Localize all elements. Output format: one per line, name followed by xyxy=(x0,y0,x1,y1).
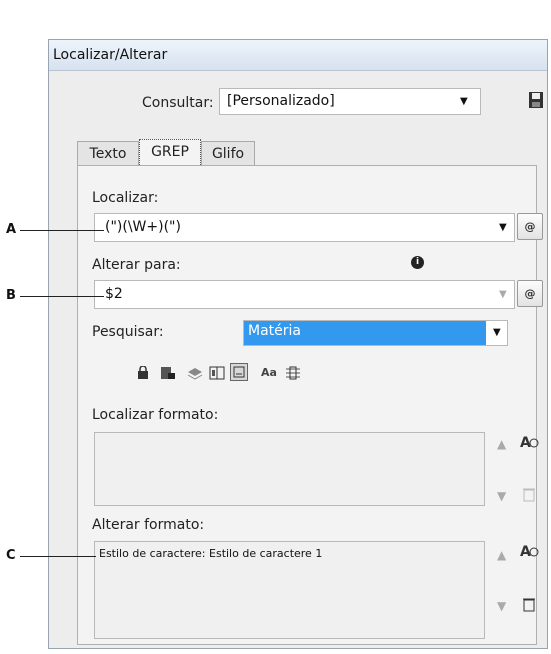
tab-glifo-label: Glifo xyxy=(211,146,245,162)
search-dropdown[interactable]: Matéria ▼ xyxy=(243,320,508,346)
callout-a: A xyxy=(6,222,17,237)
change-format-box[interactable]: Estilo de caractere: Estilo de caractere… xyxy=(94,541,485,639)
callout-b-line xyxy=(20,296,104,297)
change-special-chars-button[interactable]: @ xyxy=(517,280,543,307)
tab-glifo[interactable]: Glifo xyxy=(201,141,255,167)
chevron-down-icon: ▼ xyxy=(493,327,501,338)
callout-b: B xyxy=(6,288,16,303)
callout-c-line xyxy=(20,556,96,557)
scroll-up-icon[interactable]: ▲ xyxy=(497,548,506,562)
find-format-box[interactable] xyxy=(94,432,485,506)
whole-word-icon[interactable] xyxy=(285,365,301,380)
chevron-down-icon[interactable]: ▼ xyxy=(499,289,507,300)
query-label: Consultar: xyxy=(142,95,214,111)
info-icon: i xyxy=(411,256,424,269)
change-input[interactable]: $2 ▼ xyxy=(94,280,515,309)
callout-c: C xyxy=(6,548,16,563)
scroll-down-icon[interactable]: ▼ xyxy=(497,599,506,613)
case-sensitive-icon[interactable]: Aa xyxy=(261,366,277,379)
search-label: Pesquisar: xyxy=(92,324,164,340)
tab-grep-label: GREP xyxy=(151,144,189,160)
tab-texto[interactable]: Texto xyxy=(77,141,139,167)
include-footnotes-icon[interactable] xyxy=(230,363,248,381)
change-label: Alterar para: xyxy=(92,257,181,273)
find-special-chars-button[interactable]: @ xyxy=(517,213,543,240)
scroll-down-icon[interactable]: ▼ xyxy=(497,489,506,503)
at-special-chars-icon: @ xyxy=(524,287,536,300)
clear-format-icon[interactable] xyxy=(522,486,536,502)
chevron-down-icon[interactable]: ▼ xyxy=(499,222,507,233)
change-format-value: Estilo de caractere: Estilo de caractere… xyxy=(99,547,323,560)
chevron-down-icon: ▼ xyxy=(460,96,468,107)
include-hidden-layers-icon[interactable] xyxy=(187,365,203,380)
tab-texto-label: Texto xyxy=(89,146,127,162)
query-dropdown[interactable]: [Personalizado] ▼ xyxy=(219,88,481,115)
search-selection: Matéria xyxy=(244,321,486,345)
find-label: Localizar: xyxy=(92,190,159,206)
specify-format-icon[interactable]: A xyxy=(518,542,540,560)
find-input[interactable]: (")(\W+)(") ▼ xyxy=(94,213,515,242)
svg-text:A: A xyxy=(520,544,531,560)
window-title: Localizar/Alterar xyxy=(53,47,168,63)
callout-a-line xyxy=(20,230,104,231)
include-locked-stories-icon[interactable] xyxy=(160,365,176,379)
tab-grep[interactable]: GREP xyxy=(139,139,201,167)
include-master-pages-icon[interactable] xyxy=(209,365,225,380)
clear-format-icon[interactable] xyxy=(522,596,536,612)
query-value: [Personalizado] xyxy=(227,93,335,109)
change-format-label: Alterar formato: xyxy=(92,517,205,533)
find-format-label: Localizar formato: xyxy=(92,407,219,423)
change-value: $2 xyxy=(105,286,123,302)
search-value: Matéria xyxy=(248,323,301,339)
svg-text:A: A xyxy=(520,435,531,451)
find-value: (")(\W+)(") xyxy=(105,219,181,235)
save-icon[interactable] xyxy=(528,91,544,109)
scroll-up-icon[interactable]: ▲ xyxy=(497,437,506,451)
specify-format-icon[interactable]: A xyxy=(518,433,540,451)
at-special-chars-icon: @ xyxy=(524,220,536,233)
include-locked-layers-icon[interactable] xyxy=(137,365,153,379)
